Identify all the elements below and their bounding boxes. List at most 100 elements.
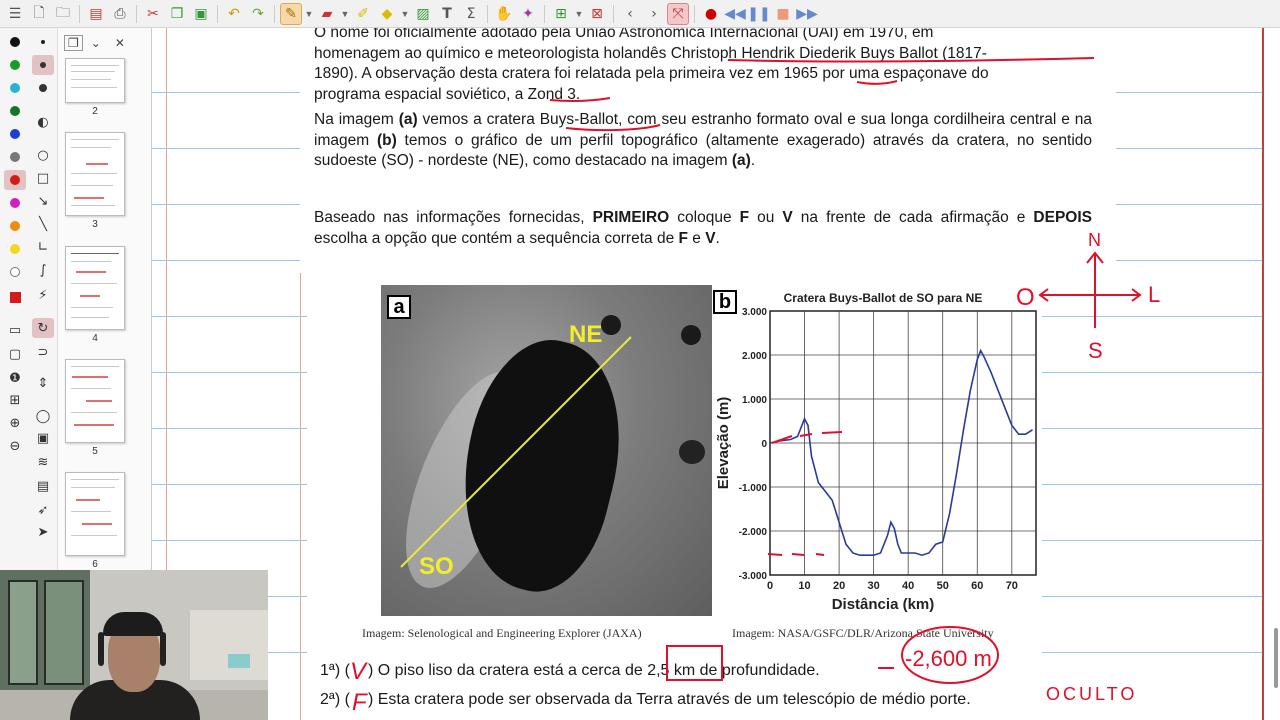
forward-icon[interactable]: ▶▶ [796, 3, 818, 25]
wall [190, 610, 268, 680]
color-darkgreen[interactable] [4, 101, 26, 121]
thumb-page-4[interactable] [65, 246, 125, 330]
pause-icon[interactable]: ❚❚ [747, 3, 770, 25]
record-icon[interactable]: ● [700, 3, 722, 25]
fit-icon[interactable]: ⤧ [667, 2, 689, 25]
color-yellow[interactable] [4, 239, 26, 259]
color-black[interactable] [4, 32, 26, 52]
chevron-down-icon[interactable]: ▼ [400, 9, 410, 19]
separator [217, 4, 218, 23]
undo-icon[interactable]: ↶ [223, 3, 245, 25]
size-medium[interactable] [32, 55, 54, 75]
formula-icon[interactable]: Σ [460, 3, 482, 25]
insert-page-icon[interactable]: ⊞ [550, 3, 572, 25]
thumb-page-3[interactable] [65, 132, 125, 216]
color-magenta[interactable] [4, 193, 26, 213]
circle-icon[interactable]: ○ [32, 145, 54, 165]
size-large[interactable] [32, 78, 54, 98]
rectangle-icon[interactable]: □ [32, 168, 54, 188]
paste-icon[interactable]: ▣ [190, 3, 212, 25]
lasso-icon[interactable]: ↻ [32, 318, 54, 338]
pdf-icon[interactable]: ▤ [85, 3, 107, 25]
page-one-icon[interactable]: ❶ [4, 368, 26, 388]
print-icon[interactable]: ⎙ [109, 3, 131, 25]
text-line: homenagem ao químico e meteorologista ho… [314, 44, 987, 62]
text: escolha a opção que contém a sequência c… [314, 229, 679, 247]
cut-icon[interactable]: ✂ [142, 3, 164, 25]
size-small[interactable] [32, 32, 54, 52]
highlighter-icon[interactable]: ✐ [352, 3, 374, 25]
freeform-icon[interactable]: ∫ [32, 260, 54, 280]
open-icon[interactable]: 🗀 [52, 3, 74, 25]
next-page-icon[interactable]: › [643, 3, 665, 25]
pen-icon[interactable]: ✎ [280, 2, 302, 25]
menu-icon[interactable]: ☰ [4, 3, 26, 25]
text: e [687, 229, 706, 247]
chevron-down-icon[interactable]: ▼ [340, 9, 350, 19]
thumb-page-2[interactable] [65, 58, 125, 103]
text-line: programa espacial soviético, a Zond 3. [314, 85, 581, 103]
oval-icon[interactable]: ◯ [32, 406, 54, 426]
minus-icon[interactable]: ⊖ [4, 436, 26, 456]
color-cyan[interactable] [4, 78, 26, 98]
square-fill-icon[interactable]: ▣ [32, 428, 54, 448]
thumb-number: 5 [92, 446, 98, 457]
resize-icon[interactable]: ⇕ [32, 373, 54, 393]
cursor-play-icon[interactable]: ➤ [32, 522, 54, 542]
arc-icon[interactable]: ◐ [32, 112, 54, 132]
description-paragraph: Na imagem (a) vemos a cratera Buys-Ballo… [314, 110, 1092, 172]
scrollbar[interactable] [1274, 628, 1278, 688]
eraser-icon[interactable]: ▰ [316, 3, 338, 25]
cursor-icon[interactable]: ➶ [32, 500, 54, 520]
chevron-down-icon[interactable]: ⌄ [91, 36, 101, 50]
copy-icon[interactable]: ❐ [166, 3, 188, 25]
image-icon[interactable]: ▨ [412, 3, 434, 25]
redo-icon[interactable]: ↷ [247, 3, 269, 25]
thumb-page-6[interactable] [65, 472, 125, 556]
pointer-icon[interactable]: ✦ [517, 3, 539, 25]
chevron-down-icon[interactable]: ▼ [304, 9, 314, 19]
oculto-note: OCULTO [1046, 684, 1137, 704]
page-view-icon[interactable]: ❐ [64, 35, 83, 51]
close-icon[interactable]: ✕ [115, 36, 125, 50]
ruled-line [152, 260, 300, 261]
page-canvas[interactable]: O nome foi oficialmente adotado pela Uni… [152, 28, 1280, 720]
hand-icon[interactable]: ✋ [493, 3, 515, 25]
color-red[interactable] [4, 170, 26, 190]
line-icon[interactable]: ╲ [32, 214, 54, 234]
magnet-icon[interactable]: ⊃ [32, 342, 54, 362]
text-icon[interactable]: T [436, 3, 458, 25]
layers-icon[interactable]: ▤ [32, 476, 54, 496]
plus-icon[interactable]: ⊕ [4, 413, 26, 433]
label-so: SO [419, 553, 454, 580]
color-gray[interactable] [4, 147, 26, 167]
laser-icon[interactable]: ⚡ [32, 285, 54, 305]
angle-icon[interactable]: ∟ [32, 237, 54, 257]
screen-icon[interactable]: ▢ [4, 344, 26, 364]
color-blue[interactable] [4, 124, 26, 144]
ruled-line [152, 204, 300, 205]
thumb-page-5[interactable] [65, 359, 125, 443]
text-line: 1890). A observação desta cratera foi re… [314, 65, 989, 82]
color-orange[interactable] [4, 216, 26, 236]
text-bold: V [782, 209, 793, 226]
color-green[interactable] [4, 55, 26, 75]
question-text: Esta cratera pode ser observada da Terra… [377, 691, 971, 708]
chevron-down-icon[interactable]: ▼ [574, 9, 584, 19]
separator [694, 4, 695, 23]
layout-icon[interactable]: ▭ [4, 320, 26, 340]
add-box-icon[interactable]: ⊞ [4, 390, 26, 410]
prev-page-icon[interactable]: ‹ [619, 3, 641, 25]
stop-icon[interactable]: ■ [772, 3, 794, 25]
y-tick-label: 2.000 [742, 351, 767, 362]
x-tick-label: 0 [767, 580, 773, 592]
new-page-icon[interactable]: 🗋 [28, 3, 50, 25]
x-tick-label: 10 [798, 580, 810, 592]
fill-red-icon[interactable] [4, 287, 26, 307]
delete-page-icon[interactable]: ⊠ [586, 3, 608, 25]
color-white[interactable] [4, 262, 26, 282]
arrow-icon[interactable]: ↘ [32, 191, 54, 211]
shapes-icon[interactable]: ◆ [376, 3, 398, 25]
stack-icon[interactable]: ≋ [32, 452, 54, 472]
rewind-icon[interactable]: ◀◀ [724, 3, 746, 25]
